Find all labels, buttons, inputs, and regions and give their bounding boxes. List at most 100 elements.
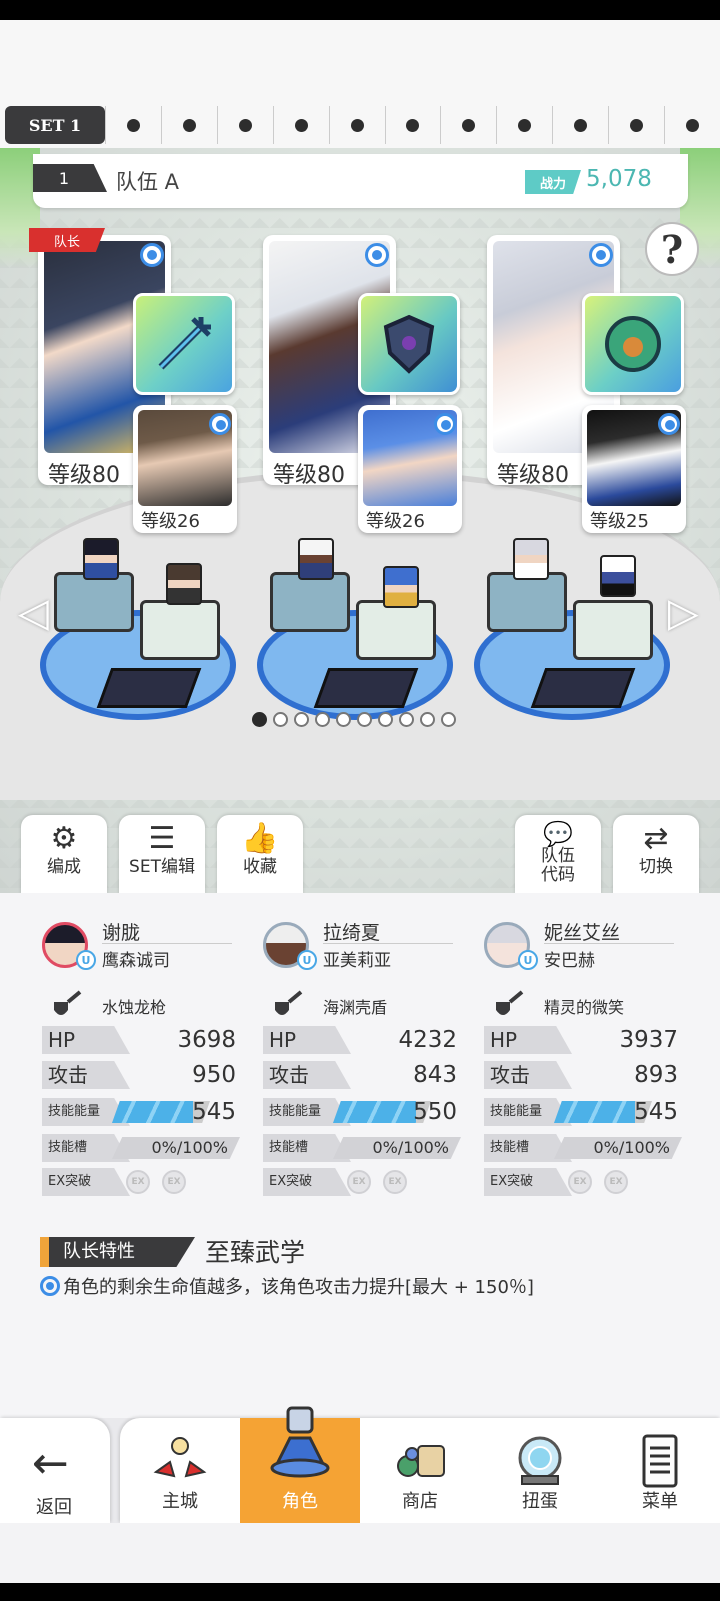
hp-value: 3698 [177, 1027, 236, 1053]
energy-value: 550 [413, 1099, 457, 1125]
set-tab-11[interactable] [608, 106, 664, 144]
atk-row: 攻击 950 [42, 1061, 242, 1089]
select-badge-icon [589, 243, 613, 267]
page-dot[interactable] [273, 712, 288, 727]
team-header: 1 队伍 A 战力 5,078 [33, 154, 688, 208]
pedestal [140, 600, 220, 660]
orb-icon [605, 316, 661, 372]
set-tab-3[interactable] [160, 106, 217, 144]
set-tab-2[interactable] [105, 106, 161, 144]
shield-icon [383, 314, 435, 374]
page-dot[interactable] [294, 712, 309, 727]
ex-slot-icon: EX [347, 1170, 371, 1194]
character-sprite[interactable] [383, 566, 419, 608]
weapon-name: 水蚀龙枪 [102, 998, 167, 1017]
character-sprite[interactable] [513, 538, 549, 580]
gacha-icon [518, 1436, 562, 1485]
list-icon: ☰ [148, 821, 176, 856]
status-bar [0, 0, 720, 20]
set-tab-9[interactable] [496, 106, 552, 144]
set-tab-active[interactable]: SET 1 [5, 106, 105, 144]
support-mini-icon: U [76, 950, 96, 970]
support-mini-icon: U [518, 950, 538, 970]
member-name: 拉绮夏 [323, 922, 381, 944]
set-tab-8[interactable] [440, 106, 496, 144]
support-name: 安巴赫 [544, 951, 595, 971]
energy-row: 技能能量 545 [484, 1098, 684, 1126]
set-tab-4[interactable] [216, 106, 273, 144]
set-tab-12[interactable] [664, 106, 720, 144]
weapon-name: 精灵的微笑 [544, 998, 625, 1017]
nav-main-city[interactable]: 主城 [120, 1418, 240, 1523]
weapon-tile-1[interactable] [133, 293, 235, 395]
ex-slot-icon: EX [126, 1170, 150, 1194]
team-code-button[interactable]: 💬 队伍 代码 [515, 815, 601, 895]
nav-shop[interactable]: 商店 [360, 1418, 480, 1523]
select-badge-icon [365, 243, 389, 267]
team-name[interactable]: 队伍 A [116, 166, 179, 196]
system-nav-area [0, 1523, 720, 1601]
next-team-arrow[interactable]: ▷ [668, 590, 699, 636]
character-sprite[interactable] [83, 538, 119, 580]
help-button[interactable]: ? [645, 222, 699, 276]
character-sprite[interactable] [166, 563, 202, 605]
page-dot[interactable] [336, 712, 351, 727]
set-edit-button[interactable]: ☰ SET编辑 [119, 815, 205, 895]
character-sprite[interactable] [298, 538, 334, 580]
thumb-star-icon: 👍 [241, 821, 279, 856]
menu-icon [642, 1434, 678, 1488]
nav-character[interactable]: 角色 [240, 1406, 360, 1523]
set-tab-7[interactable] [384, 106, 441, 144]
team-number: 1 [33, 164, 107, 192]
pedestal [54, 572, 134, 632]
page-dot[interactable] [441, 712, 456, 727]
leader-trait-title: 至臻武学 [205, 1238, 306, 1267]
favorite-button[interactable]: 👍 收藏 [217, 815, 303, 895]
pedestal [573, 600, 653, 660]
atk-value: 950 [192, 1062, 236, 1088]
skill-slot-value: 0%/100% [372, 1138, 449, 1157]
set-tab-6[interactable] [328, 106, 385, 144]
ex-slot-icon: EX [568, 1170, 592, 1194]
page-dot[interactable] [378, 712, 393, 727]
nav-gacha[interactable]: 扭蛋 [480, 1418, 600, 1523]
support-level: 等级26 [141, 511, 200, 532]
page-dot[interactable] [399, 712, 414, 727]
team-page-indicator [252, 712, 456, 727]
power-value: 5,078 [586, 166, 652, 192]
weapon-tile-3[interactable] [582, 293, 684, 395]
weapon-slot-icon [54, 990, 82, 1015]
energy-value: 545 [192, 1099, 236, 1125]
character-level: 等级80 [48, 463, 120, 485]
weapon-tile-2[interactable] [358, 293, 460, 395]
set-tab-10[interactable] [552, 106, 608, 144]
support-name: 亚美莉亚 [323, 951, 391, 971]
energy-value: 545 [634, 1099, 678, 1125]
leader-trait-label: 队长特性 [40, 1237, 195, 1267]
pedestal [356, 600, 436, 660]
switch-button[interactable]: ⇄ 切换 [613, 815, 699, 895]
set-tab-5[interactable] [272, 106, 329, 144]
page-dot[interactable] [252, 712, 267, 727]
trident-icon [158, 317, 211, 370]
hp-value: 4232 [398, 1027, 457, 1053]
prev-team-arrow[interactable]: ◁ [18, 590, 49, 636]
character-level: 等级80 [273, 463, 345, 485]
character-icon [270, 1406, 330, 1478]
character-sprite[interactable] [600, 555, 636, 597]
page-dot[interactable] [315, 712, 330, 727]
ex-slot-icon: EX [604, 1170, 628, 1194]
castle-icon [153, 1437, 207, 1478]
power-label: 战力 [525, 170, 581, 194]
top-area [0, 20, 720, 105]
select-badge-icon [658, 413, 680, 435]
person-gear-icon: ⚙ [50, 821, 78, 856]
page-dot[interactable] [420, 712, 435, 727]
support-mini-icon: U [297, 950, 317, 970]
formation-button[interactable]: ⚙ 编成 [21, 815, 107, 895]
slot-row: 技能槽 0%/100% [263, 1134, 463, 1162]
back-button[interactable]: ← 返回 [0, 1418, 110, 1523]
page-dot[interactable] [357, 712, 372, 727]
nav-menu[interactable]: 菜单 [600, 1418, 720, 1523]
support-level: 等级26 [366, 511, 425, 532]
